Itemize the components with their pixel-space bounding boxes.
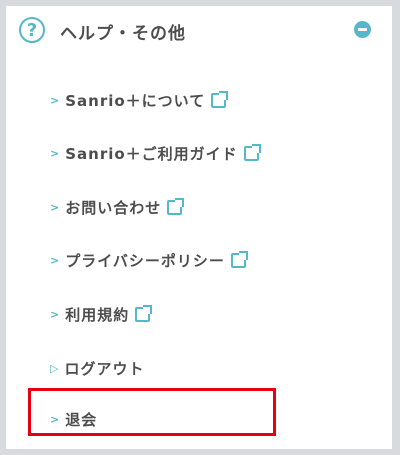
menu-item-contact[interactable]: > お問い合わせ bbox=[50, 194, 185, 220]
menu-item-label: プライバシーポリシー bbox=[65, 251, 225, 270]
menu-item-label: Sanrio＋ご利用ガイド bbox=[65, 144, 238, 163]
menu-item-logout[interactable]: ▷ ログアウト bbox=[50, 355, 144, 381]
external-link-icon bbox=[230, 250, 248, 268]
chevron-right-icon: ▷ bbox=[50, 361, 59, 375]
highlight-box bbox=[28, 388, 276, 436]
menu-item-about-sanrio-plus[interactable]: > Sanrio＋について bbox=[50, 87, 229, 113]
external-link-icon bbox=[211, 90, 229, 108]
menu-item-label: Sanrio＋について bbox=[65, 91, 206, 110]
menu-item-label: ログアウト bbox=[64, 359, 145, 378]
minus-circle-icon[interactable] bbox=[354, 21, 371, 38]
chevron-right-icon: > bbox=[50, 200, 60, 214]
chevron-right-icon: > bbox=[50, 307, 60, 321]
external-link-icon bbox=[243, 143, 261, 161]
external-link-icon bbox=[135, 304, 153, 322]
chevron-right-icon: > bbox=[50, 146, 60, 160]
help-other-panel: ? ヘルプ・その他 > Sanrio＋について > Sanrio＋ご利用ガイド … bbox=[6, 6, 392, 449]
menu-item-label: お問い合わせ bbox=[65, 198, 162, 217]
chevron-right-icon: > bbox=[50, 253, 60, 267]
menu-item-label: 利用規約 bbox=[65, 305, 130, 324]
chevron-right-icon: > bbox=[50, 93, 60, 107]
menu-item-usage-guide[interactable]: > Sanrio＋ご利用ガイド bbox=[50, 140, 261, 166]
menu-item-terms[interactable]: > 利用規約 bbox=[50, 301, 153, 327]
section-header[interactable]: ? ヘルプ・その他 bbox=[6, 6, 392, 58]
external-link-icon bbox=[167, 197, 185, 215]
menu-item-privacy-policy[interactable]: > プライバシーポリシー bbox=[50, 247, 248, 273]
question-mark-icon: ? bbox=[19, 17, 45, 43]
section-title: ヘルプ・その他 bbox=[60, 24, 186, 44]
